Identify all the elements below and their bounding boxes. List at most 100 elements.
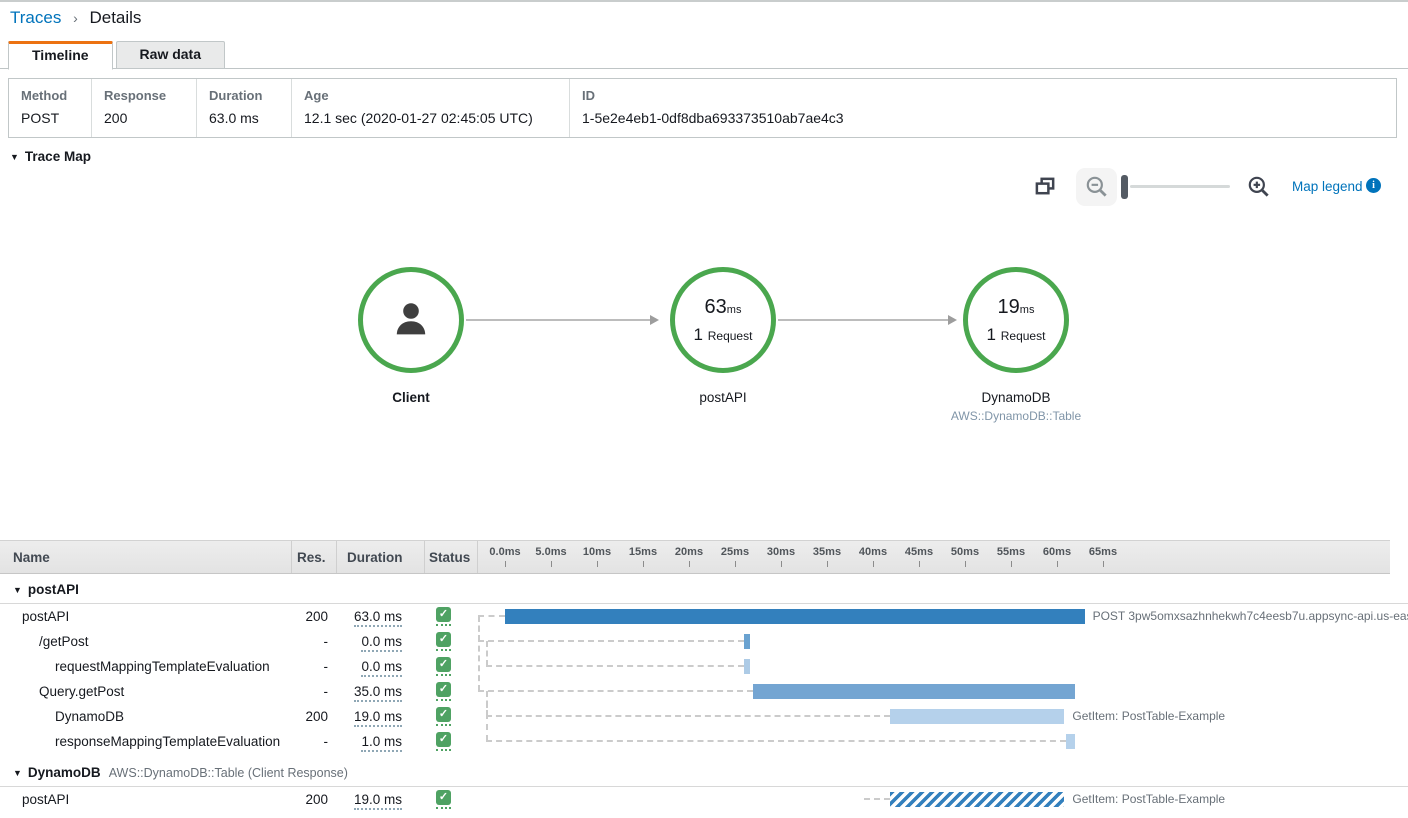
column-duration: Duration <box>347 550 403 565</box>
summary-field-response: Response200 <box>91 79 196 137</box>
summary-field-duration: Duration63.0 ms <box>196 79 291 137</box>
status-ok-icon[interactable]: ✓ <box>436 657 451 676</box>
tab-raw-data[interactable]: Raw data <box>116 41 225 69</box>
axis-tick-mark <box>551 561 552 567</box>
axis-tick-mark <box>965 561 966 567</box>
segment-name[interactable]: postAPI <box>22 604 69 629</box>
breadcrumb-current: Details <box>89 8 141 27</box>
timeline-rows: ▼postAPIpostAPI20063.0 ms✓POST 3pw5omxsa… <box>0 575 1408 812</box>
map-node-dynamodb[interactable]: 19ms1 Request <box>963 267 1069 373</box>
segment-bar[interactable] <box>890 709 1065 724</box>
segment-response: - <box>250 679 328 704</box>
edge-postapi-dynamodb <box>778 319 948 321</box>
axis-tick-label: 0.0ms <box>489 546 520 558</box>
column-separator <box>291 541 292 573</box>
axis-tick-label: 45ms <box>905 546 933 558</box>
axis-tick-mark <box>919 561 920 567</box>
collapse-triangle-icon: ▼ <box>13 585 22 595</box>
axis-tick-label: 55ms <box>997 546 1025 558</box>
segment-name[interactable]: responseMappingTemplateEvaluation <box>55 729 280 754</box>
segment-response: 200 <box>250 604 328 629</box>
axis-tick-mark <box>1011 561 1012 567</box>
segment-name[interactable]: Query.getPost <box>39 679 124 704</box>
summary-field-id: ID1-5e2e4eb1-0df8dba693373510ab7ae4c3 <box>569 79 1396 137</box>
summary-value: 200 <box>104 110 184 126</box>
status-ok-icon[interactable]: ✓ <box>436 707 451 726</box>
axis-tick-mark <box>597 561 598 567</box>
segment-row: responseMappingTemplateEvaluation- 1.0 ms… <box>0 729 1408 754</box>
axis-tick-label: 60ms <box>1043 546 1071 558</box>
segment-duration: 35.0 ms <box>330 679 402 704</box>
trace-summary-table: MethodPOSTResponse200Duration63.0 msAge1… <box>8 78 1397 138</box>
segment-name[interactable]: postAPI <box>22 787 69 812</box>
breadcrumb-separator-icon: › <box>73 10 78 26</box>
node-label-postapi: postAPI <box>633 390 813 405</box>
status-ok-icon[interactable]: ✓ <box>436 632 451 651</box>
segment-bar[interactable] <box>890 792 1065 807</box>
tab-timeline[interactable]: Timeline <box>8 41 113 70</box>
segment-duration-value[interactable]: 19.0 ms <box>354 792 402 810</box>
status-ok-icon[interactable]: ✓ <box>436 732 451 751</box>
column-status: Status <box>429 550 470 565</box>
segment-duration: 63.0 ms <box>330 604 402 629</box>
axis-tick-label: 50ms <box>951 546 979 558</box>
axis-tick-mark <box>1057 561 1058 567</box>
summary-label: Age <box>304 88 557 103</box>
axis-tick-label: 5.0ms <box>535 546 566 558</box>
zoom-slider-handle[interactable] <box>1121 175 1128 199</box>
column-separator <box>424 541 425 573</box>
map-node-postapi[interactable]: 63ms1 Request <box>670 267 776 373</box>
segment-duration-value[interactable]: 0.0 ms <box>361 659 402 677</box>
segment-bar[interactable] <box>744 659 750 674</box>
timeline-header: Name Res. Duration Status 0.0ms5.0ms10ms… <box>0 540 1390 574</box>
zoom-slider-track[interactable] <box>1130 185 1230 188</box>
segment-duration-value[interactable]: 63.0 ms <box>354 609 402 627</box>
segment-bar[interactable] <box>744 634 750 649</box>
map-node-client[interactable] <box>358 267 464 373</box>
person-icon <box>387 296 435 344</box>
info-icon[interactable]: i <box>1366 178 1381 193</box>
segment-name[interactable]: /getPost <box>39 629 89 654</box>
segment-response: - <box>250 629 328 654</box>
bar-label: GetItem: PostTable-Example <box>1072 787 1225 812</box>
axis-tick-label: 35ms <box>813 546 841 558</box>
zoom-out-icon[interactable] <box>1076 168 1117 206</box>
summary-value: 63.0 ms <box>209 110 279 126</box>
status-ok-icon[interactable]: ✓ <box>436 607 451 626</box>
group-rows: postAPI20019.0 ms✓GetItem: PostTable-Exa… <box>0 787 1408 812</box>
map-legend-link[interactable]: Map legend <box>1292 179 1363 194</box>
check-icon: ✓ <box>436 607 451 622</box>
trace-map-toggle[interactable]: ▼Trace Map <box>10 149 91 164</box>
segment-duration: 0.0 ms <box>330 654 402 679</box>
check-icon: ✓ <box>436 682 451 697</box>
zoom-in-icon[interactable] <box>1246 174 1272 205</box>
trace-map-title: Trace Map <box>25 149 91 164</box>
segment-name[interactable]: requestMappingTemplateEvaluation <box>55 654 270 679</box>
segment-duration-value[interactable]: 19.0 ms <box>354 709 402 727</box>
segment-duration-value[interactable]: 1.0 ms <box>361 734 402 752</box>
segment-duration-value[interactable]: 35.0 ms <box>354 684 402 702</box>
status-ok-icon[interactable]: ✓ <box>436 682 451 701</box>
timeline-group-header-postapi[interactable]: ▼postAPI <box>0 575 1408 604</box>
collapse-triangle-icon: ▼ <box>13 768 22 778</box>
timeline-group-header-dynamodb[interactable]: ▼DynamoDBAWS::DynamoDB::Table (Client Re… <box>0 758 1408 787</box>
axis-tick-mark <box>643 561 644 567</box>
status-ok-icon[interactable]: ✓ <box>436 790 451 809</box>
breadcrumb-traces-link[interactable]: Traces <box>10 8 61 27</box>
segment-row: DynamoDB20019.0 ms✓GetItem: PostTable-Ex… <box>0 704 1408 729</box>
summary-value: 1-5e2e4eb1-0df8dba693373510ab7ae4c3 <box>582 110 1384 126</box>
segment-bar[interactable] <box>1066 734 1075 749</box>
segment-duration-value[interactable]: 0.0 ms <box>361 634 402 652</box>
segment-response: - <box>250 654 328 679</box>
segment-duration: 1.0 ms <box>330 729 402 754</box>
segment-response: - <box>250 729 328 754</box>
segment-name[interactable]: DynamoDB <box>55 704 124 729</box>
segment-bar[interactable] <box>753 684 1075 699</box>
node-label-dynamodb: DynamoDB <box>926 390 1106 405</box>
segment-row: postAPI20063.0 ms✓POST 3pw5omxsazhnhekwh… <box>0 604 1408 629</box>
check-icon: ✓ <box>436 790 451 805</box>
axis-tick-label: 10ms <box>583 546 611 558</box>
segment-bar[interactable] <box>505 609 1085 624</box>
segment-row: postAPI20019.0 ms✓GetItem: PostTable-Exa… <box>0 787 1408 812</box>
fit-to-window-icon[interactable] <box>1034 175 1057 203</box>
